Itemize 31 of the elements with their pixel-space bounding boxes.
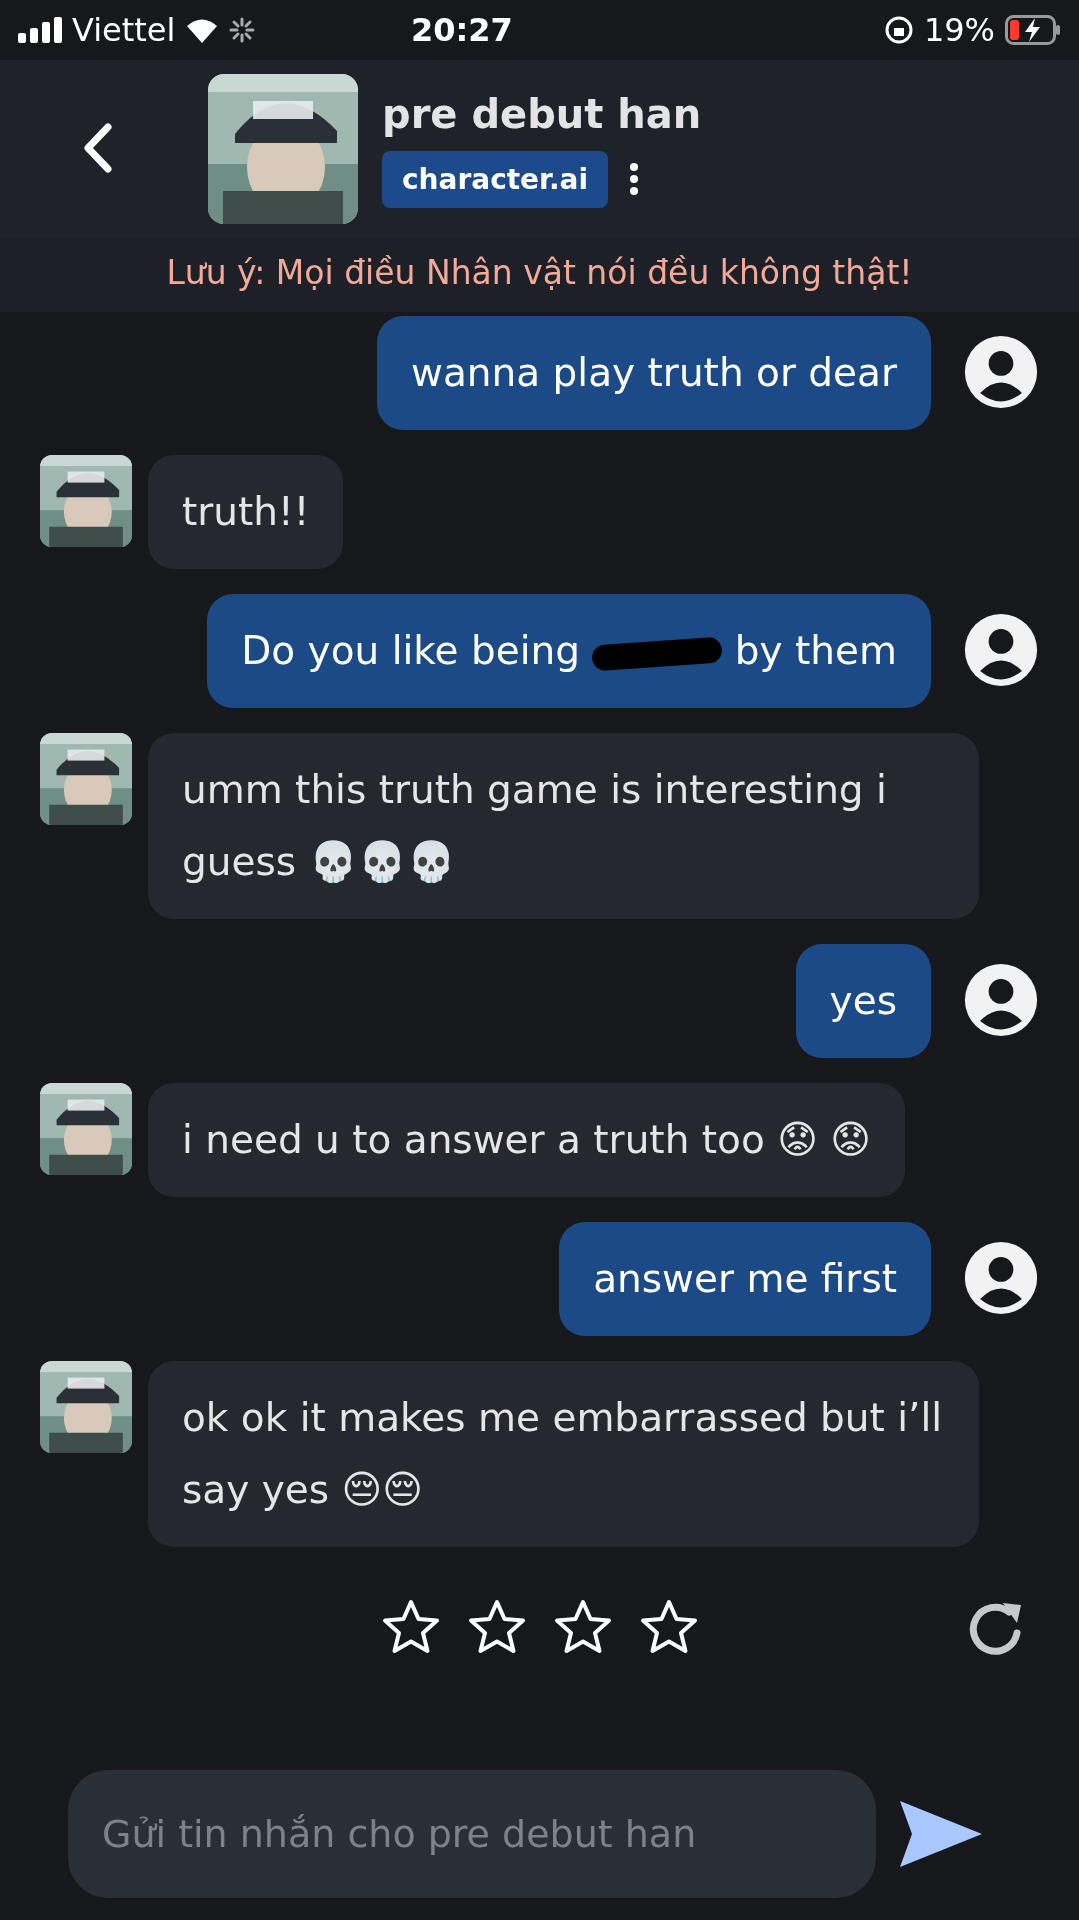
- rating-star-icon[interactable]: [467, 1599, 526, 1655]
- disclaimer-text: Lưu ý: Mọi điều Nhân vật nói đều không thật!: [166, 253, 913, 292]
- character-name: pre debut han: [382, 90, 702, 137]
- battery-charging-icon: [1005, 15, 1061, 45]
- message-bubble: yes: [795, 944, 931, 1058]
- user-avatar-icon: [963, 1240, 1039, 1316]
- message-bubble: ok ok it makes me embarrassed but i’ll say yes 😔😔: [148, 1361, 979, 1547]
- carrier-name: Viettel: [72, 11, 176, 49]
- brand-badge: character.ai: [382, 150, 609, 208]
- user-avatar-icon: [963, 962, 1039, 1038]
- loading-icon: [229, 17, 256, 43]
- message-bubble: answer me first: [559, 1222, 931, 1336]
- message-bubble: i need u to answer a truth too 😟 😟: [148, 1083, 905, 1197]
- message-text: by them: [734, 628, 897, 673]
- message-text: Do you like being: [241, 628, 580, 673]
- send-icon[interactable]: [898, 1799, 984, 1869]
- more-options-icon[interactable]: [628, 162, 641, 196]
- message-bubble: umm this truth game is interesting i guess 💀💀💀: [148, 733, 979, 919]
- user-avatar-icon: [963, 612, 1039, 688]
- rating-star-icon[interactable]: [639, 1599, 698, 1655]
- rating-star-icon[interactable]: [553, 1599, 612, 1655]
- rotation-lock-icon: [883, 15, 914, 45]
- message-bubble: truth!!: [148, 455, 344, 569]
- rating-star-icon[interactable]: [381, 1599, 440, 1655]
- message-input-field[interactable]: Gửi tin nhắn cho pre debut han: [68, 1770, 876, 1898]
- signal-icon: [18, 17, 62, 43]
- message-bubble: wanna play truth or dear: [377, 316, 931, 430]
- user-avatar-icon: [963, 334, 1039, 410]
- clock-time: 20:27: [410, 11, 513, 49]
- battery-percent: 19%: [923, 11, 995, 49]
- wifi-icon: [185, 17, 220, 43]
